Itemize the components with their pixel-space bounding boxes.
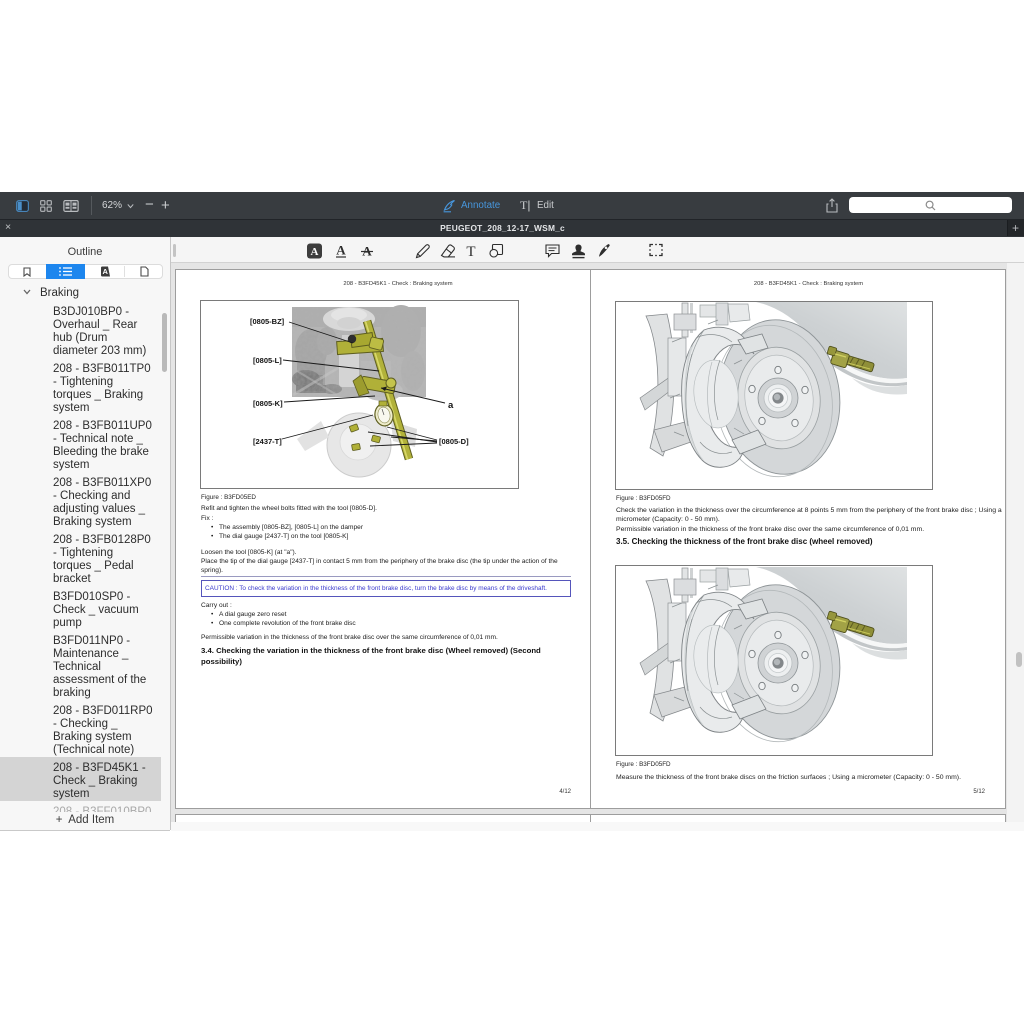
svg-text:T: T xyxy=(466,244,475,259)
svg-text:[0805-D]: [0805-D] xyxy=(439,437,469,446)
svg-text:[0805-K]: [0805-K] xyxy=(253,399,283,408)
svg-text:A: A xyxy=(311,246,319,258)
svg-text:[0805-BZ]: [0805-BZ] xyxy=(250,317,285,326)
svg-text:a: a xyxy=(448,400,454,411)
svg-text:A: A xyxy=(102,267,108,276)
svg-text:[2437-T]: [2437-T] xyxy=(253,437,282,446)
svg-text:A: A xyxy=(336,243,346,258)
svg-text:[0805-L]: [0805-L] xyxy=(253,356,282,365)
